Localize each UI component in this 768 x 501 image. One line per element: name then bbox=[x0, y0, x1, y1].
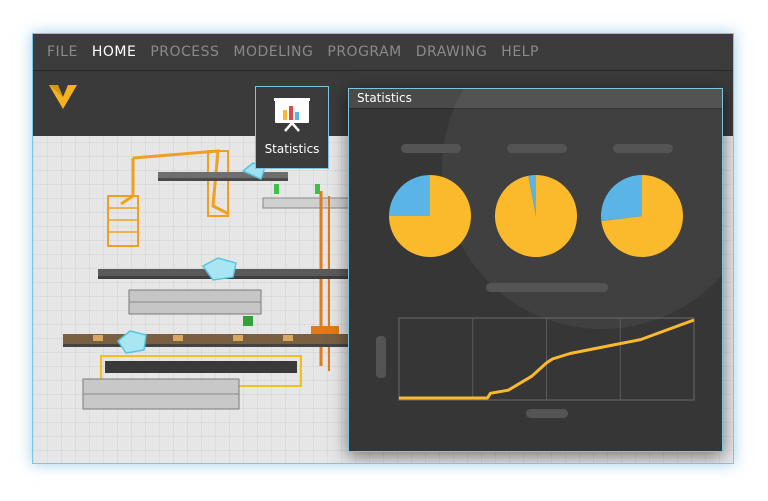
pie-label-placeholder-2 bbox=[507, 144, 567, 153]
pie-1-slice-2 bbox=[389, 175, 430, 216]
statistics-window[interactable]: Statistics bbox=[348, 88, 723, 452]
statistics-ribbon-button[interactable]: Statistics bbox=[255, 86, 329, 169]
menu-process[interactable]: PROCESS bbox=[150, 44, 219, 60]
menu-modeling[interactable]: MODELING bbox=[233, 44, 313, 60]
menu-file[interactable]: FILE bbox=[47, 44, 78, 60]
app-window: FILE HOME PROCESS MODELING PROGRAM DRAWI… bbox=[32, 33, 734, 464]
statistics-button-label: Statistics bbox=[264, 142, 320, 156]
app-logo-icon bbox=[49, 85, 77, 109]
pie-charts bbox=[389, 175, 683, 257]
line-chart bbox=[398, 317, 695, 401]
pie-label-placeholder-1 bbox=[401, 144, 461, 153]
menu-program[interactable]: PROGRAM bbox=[327, 44, 401, 60]
menu-drawing[interactable]: DRAWING bbox=[416, 44, 488, 60]
menu-help[interactable]: HELP bbox=[501, 44, 539, 60]
menu-bar: FILE HOME PROCESS MODELING PROGRAM DRAWI… bbox=[33, 34, 733, 70]
x-axis-label-placeholder bbox=[526, 409, 568, 418]
pie-3-slice-2 bbox=[601, 175, 642, 222]
pie-label-placeholder-3 bbox=[613, 144, 673, 153]
line-chart-title-placeholder bbox=[486, 283, 608, 292]
presentation-chart-icon bbox=[274, 98, 310, 132]
menu-home[interactable]: HOME bbox=[92, 44, 136, 60]
